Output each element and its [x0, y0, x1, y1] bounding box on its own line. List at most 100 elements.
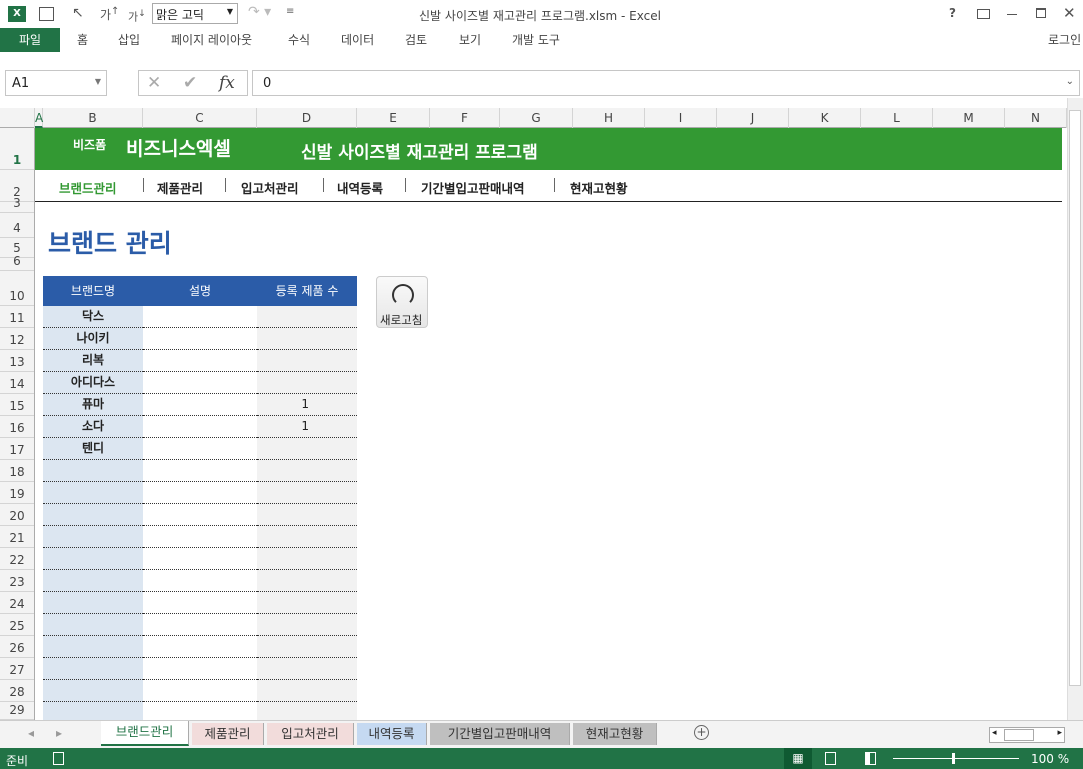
tab-developer[interactable]: 개발 도구 — [512, 28, 560, 52]
close-icon[interactable]: ✕ — [1063, 4, 1076, 22]
table-cell[interactable] — [43, 526, 143, 548]
row-header-3[interactable]: 3 — [0, 196, 34, 213]
column-header-J[interactable]: J — [717, 108, 789, 128]
column-header-G[interactable]: G — [500, 108, 573, 128]
customize-icon[interactable]: ≡ — [286, 6, 294, 17]
tab-formulas[interactable]: 수식 — [288, 28, 310, 52]
table-cell[interactable]: 퓨마 — [43, 394, 143, 416]
table-cell[interactable] — [43, 460, 143, 482]
table-cell[interactable] — [43, 548, 143, 570]
row-header-1[interactable]: 1 — [0, 128, 34, 170]
zoom-level[interactable]: 100 % — [1031, 752, 1069, 766]
font-grow-icon[interactable]: 가↑ — [100, 6, 119, 23]
table-cell[interactable] — [43, 614, 143, 636]
table-cell[interactable]: 나이키 — [43, 328, 143, 350]
table-cell[interactable]: 닥스 — [43, 306, 143, 328]
table-cell[interactable] — [257, 592, 357, 614]
table-cell[interactable] — [257, 438, 357, 460]
table-cell[interactable] — [143, 328, 257, 350]
row-header-26[interactable]: 26 — [0, 636, 34, 658]
sheet-tab-0[interactable]: 브랜드관리 — [101, 721, 189, 746]
tab-next-icon[interactable]: ▸ — [56, 726, 62, 740]
table-cell[interactable] — [143, 350, 257, 372]
table-cell[interactable] — [257, 570, 357, 592]
table-cell[interactable] — [257, 658, 357, 680]
table-cell[interactable] — [143, 570, 257, 592]
column-header-K[interactable]: K — [789, 108, 861, 128]
name-box[interactable]: A1 ▼ — [5, 70, 107, 96]
row-header-20[interactable]: 20 — [0, 504, 34, 526]
row-header-23[interactable]: 23 — [0, 570, 34, 592]
table-cell[interactable]: 아디다스 — [43, 372, 143, 394]
table-cell[interactable] — [257, 504, 357, 526]
sheet-tab-2[interactable]: 입고처관리 — [267, 723, 354, 745]
table-cell[interactable] — [43, 592, 143, 614]
tab-view[interactable]: 보기 — [459, 28, 481, 52]
column-header-M[interactable]: M — [933, 108, 1005, 128]
tab-review[interactable]: 검토 — [405, 28, 427, 52]
tab-home[interactable]: 홈 — [77, 28, 88, 52]
table-cell[interactable] — [257, 548, 357, 570]
row-header-12[interactable]: 12 — [0, 328, 34, 350]
nav-link-1[interactable]: 제품관리 — [157, 178, 203, 197]
refresh-button[interactable]: 새로고침 — [376, 276, 428, 328]
tab-data[interactable]: 데이터 — [341, 28, 374, 52]
column-header-D[interactable]: D — [257, 108, 357, 128]
formula-input[interactable]: 0 ⌄ — [252, 70, 1080, 96]
table-cell[interactable] — [43, 504, 143, 526]
column-header-E[interactable]: E — [357, 108, 430, 128]
table-cell[interactable] — [143, 504, 257, 526]
column-header-B[interactable]: B — [43, 108, 143, 128]
column-header-N[interactable]: N — [1005, 108, 1067, 128]
table-cell[interactable] — [143, 526, 257, 548]
table-cell[interactable]: 소다 — [43, 416, 143, 438]
zoom-thumb[interactable] — [952, 753, 955, 764]
table-cell[interactable] — [143, 680, 257, 702]
table-cell[interactable]: 텐디 — [43, 438, 143, 460]
row-header-18[interactable]: 18 — [0, 460, 34, 482]
table-cell[interactable] — [257, 680, 357, 702]
table-cell[interactable] — [143, 416, 257, 438]
column-header-L[interactable]: L — [861, 108, 933, 128]
nav-link-2[interactable]: 입고처관리 — [241, 178, 299, 197]
table-cell[interactable] — [143, 658, 257, 680]
tab-insert[interactable]: 삽입 — [118, 28, 140, 52]
row-header-28[interactable]: 28 — [0, 680, 34, 702]
table-cell[interactable] — [257, 328, 357, 350]
cancel-icon[interactable]: ✕ — [147, 73, 161, 93]
row-header-6[interactable]: 6 — [0, 254, 34, 271]
font-select[interactable]: 맑은 고딕 ▼ — [152, 3, 238, 24]
table-cell[interactable] — [143, 636, 257, 658]
row-header-19[interactable]: 19 — [0, 482, 34, 504]
table-cell[interactable] — [257, 636, 357, 658]
row-header-24[interactable]: 24 — [0, 592, 34, 614]
login-link[interactable]: 로그인 — [1048, 28, 1081, 52]
redo-icon[interactable]: ↷ ▾ — [248, 4, 271, 20]
row-header-10[interactable]: 10 — [0, 271, 34, 306]
row-header-17[interactable]: 17 — [0, 438, 34, 460]
tab-prev-icon[interactable]: ◂ — [28, 726, 34, 740]
pointer-icon[interactable]: ↖ — [72, 5, 84, 21]
tab-file[interactable]: 파일 — [0, 28, 60, 52]
table-cell[interactable] — [143, 614, 257, 636]
table-cell[interactable] — [257, 306, 357, 328]
table-cell[interactable] — [143, 460, 257, 482]
tab-page-layout[interactable]: 페이지 레이아웃 — [171, 28, 252, 52]
row-header-21[interactable]: 21 — [0, 526, 34, 548]
page-layout-icon[interactable] — [825, 752, 836, 765]
row-header-27[interactable]: 27 — [0, 658, 34, 680]
row-header-11[interactable]: 11 — [0, 306, 34, 328]
nav-link-0[interactable]: 브랜드관리 — [59, 178, 117, 197]
table-cell[interactable] — [43, 680, 143, 702]
table-cell[interactable] — [143, 592, 257, 614]
sheet-tab-5[interactable]: 현재고현황 — [573, 723, 657, 745]
enter-icon[interactable]: ✔ — [183, 73, 197, 93]
row-header-15[interactable]: 15 — [0, 394, 34, 416]
table-cell[interactable]: 1 — [257, 416, 357, 438]
select-all[interactable] — [0, 108, 35, 128]
table-cell[interactable] — [143, 482, 257, 504]
column-header-C[interactable]: C — [143, 108, 257, 128]
scroll-thumb[interactable] — [1069, 110, 1081, 686]
table-cell[interactable] — [43, 658, 143, 680]
page-break-icon[interactable] — [865, 752, 876, 765]
